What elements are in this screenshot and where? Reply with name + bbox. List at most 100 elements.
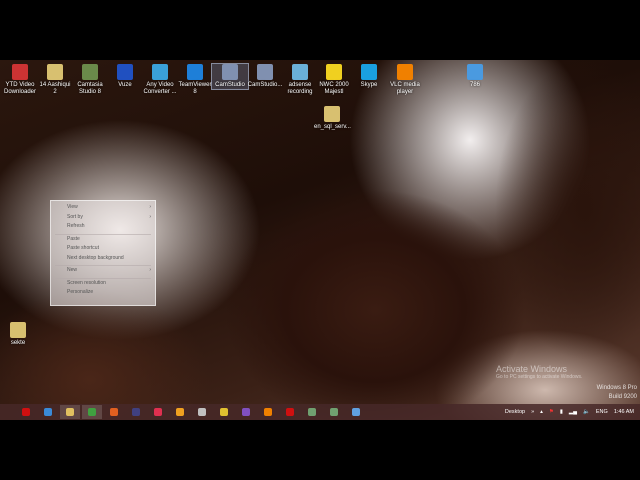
show-hidden-icons[interactable]: ▴	[540, 409, 543, 415]
ytd-icon	[12, 64, 28, 80]
taskbar-app-visual-studio[interactable]	[236, 405, 256, 419]
file-explorer-icon	[66, 408, 74, 416]
menu-item-next-background[interactable]: Next desktop background	[51, 255, 155, 265]
desktop-icon-label: Any Video Converter ...	[143, 82, 177, 95]
desktop-icon-label: 14 Aashiqui 2	[39, 82, 71, 95]
desktop-icon[interactable]: adsense recording	[282, 64, 318, 96]
desktop-icon-label: CamStudio	[215, 82, 245, 88]
desktop-icon[interactable]: VLC media player	[387, 64, 423, 96]
star-icon	[326, 64, 342, 80]
desktop-icon[interactable]: Vuze	[107, 64, 143, 89]
desktop-icon-label: Skype	[360, 82, 378, 88]
chevron-right-icon: ›	[149, 204, 151, 210]
desktop-icon-label: Vuze	[118, 82, 132, 88]
taskbar-app-firefox[interactable]	[104, 405, 124, 419]
menu-separator	[55, 233, 151, 235]
menu-item-sort-by[interactable]: Sort by ›	[51, 214, 155, 224]
chevron-right-icon: ›	[149, 267, 151, 273]
desktop-icon-label: 786	[469, 82, 480, 88]
desktop-icon-label: CamStudio...	[247, 82, 283, 88]
taskbar-app-internet-explorer[interactable]	[38, 405, 58, 419]
desktop-icon-label: YTD Video Downloader	[3, 82, 37, 95]
menu-item-paste[interactable]: Paste	[51, 236, 155, 246]
os-edition: Windows 8 Pro	[596, 385, 637, 391]
converter-icon	[152, 64, 168, 80]
desktop-icon[interactable]: en_sql_serv...	[314, 106, 351, 131]
watermark-subtitle: Go to PC settings to activate Windows.	[496, 374, 583, 380]
folder-icon	[10, 322, 26, 338]
desktop[interactable]: YTD Video Downloader 14 Aashiqui 2 Camtasi…	[0, 60, 640, 420]
desktop-icon[interactable]: CamStudio...	[247, 64, 283, 89]
language-indicator[interactable]: ENG	[596, 409, 608, 415]
desktop-icon[interactable]: CamStudio	[211, 63, 249, 90]
taskbar-app-app-gray[interactable]	[192, 405, 212, 419]
taskbar-app-file-explorer[interactable]	[60, 405, 80, 419]
visual-studio-icon	[242, 408, 250, 416]
menu-item-screen-resolution[interactable]: Screen resolution	[51, 280, 155, 290]
taskbar-app-app-red[interactable]	[148, 405, 168, 419]
app-gray-icon	[198, 408, 206, 416]
network-icon[interactable]: ▮	[560, 409, 563, 415]
vuze-icon	[117, 64, 133, 80]
desktop-icon[interactable]: NWC 2000 Majestl	[316, 64, 352, 96]
app-red-icon	[154, 408, 162, 416]
desktop-icon-label: Camtasia Studio 8	[77, 82, 103, 95]
acrobat-icon	[286, 408, 294, 416]
taskbar-app-acrobat[interactable]	[280, 405, 300, 419]
toolbar-chevron-icon[interactable]: »	[531, 409, 534, 415]
taskbar-app-camtasia[interactable]	[302, 405, 322, 419]
desktop-icon[interactable]: YTD Video Downloader	[2, 64, 38, 96]
app-orange-icon	[176, 408, 184, 416]
menu-item-new[interactable]: New ›	[51, 267, 155, 277]
activation-watermark: Activate Windows Go to PC settings to ac…	[470, 364, 582, 380]
firefox-icon	[110, 408, 118, 416]
desktop-icon-label: sekte	[10, 340, 26, 346]
recording-icon	[292, 64, 308, 80]
taskbar-app-app-orange[interactable]	[170, 405, 190, 419]
network-app-icon	[352, 408, 360, 416]
taskbar-app-opera[interactable]	[16, 405, 36, 419]
menu-item-view[interactable]: View ›	[51, 204, 155, 214]
desktop-toolbar[interactable]: Desktop	[505, 409, 525, 415]
taskbar-app-camtasia-2[interactable]	[324, 405, 344, 419]
desktop-icon[interactable]: 786	[457, 64, 493, 89]
taskbar-app-app-yellow[interactable]	[214, 405, 234, 419]
clock[interactable]: 1:46 AM	[614, 409, 634, 415]
desktop-icon-label: NWC 2000 Majestl	[319, 82, 349, 95]
menu-label: Sort by	[67, 213, 83, 220]
desktop-icon[interactable]: Any Video Converter ...	[142, 64, 178, 96]
volume-icon[interactable]: 🔈	[583, 409, 590, 415]
app-yellow-icon	[220, 408, 228, 416]
menu-separator	[55, 277, 151, 279]
desktop-icon-label: en_sql_serv...	[314, 124, 351, 130]
desktop-icon[interactable]: 14 Aashiqui 2	[37, 64, 73, 96]
desktop-icon-label: VLC media player	[390, 82, 420, 95]
flag-icon[interactable]: ⚑	[549, 409, 554, 415]
signal-icon[interactable]: ▂▄	[569, 409, 577, 415]
context-menu: View › Sort by › Refresh Paste Paste short…	[50, 200, 156, 306]
taskbar-app-vlc[interactable]	[258, 405, 278, 419]
desktop-icon-label: adsense recording	[287, 82, 313, 95]
internet-explorer-icon	[44, 408, 52, 416]
vlc-icon	[397, 64, 413, 80]
menu-item-personalize[interactable]: Personalize	[51, 289, 155, 299]
chevron-right-icon: ›	[149, 213, 151, 220]
opera-icon	[22, 408, 30, 416]
menu-item-refresh[interactable]: Refresh	[51, 223, 155, 233]
taskbar-app-media[interactable]	[126, 405, 146, 419]
taskbar: Desktop » ▴ ⚑ ▮ ▂▄ 🔈 ENG 1:46 AM	[0, 404, 640, 420]
menu-label: View	[67, 204, 78, 210]
desktop-icon[interactable]: TeamViewer 8	[177, 64, 213, 96]
taskbar-app-network-app[interactable]	[346, 405, 366, 419]
desktop-icon[interactable]: Skype	[351, 64, 387, 89]
media-icon	[132, 408, 140, 416]
desktop-icon-label: TeamViewer 8	[178, 82, 212, 95]
desktop-icon[interactable]: Camtasia Studio 8	[72, 64, 108, 96]
desktop-icon[interactable]: sekte	[0, 322, 36, 347]
taskbar-app-chrome[interactable]	[82, 405, 102, 419]
system-tray: Desktop » ▴ ⚑ ▮ ▂▄ 🔈 ENG 1:46 AM	[505, 404, 640, 420]
chrome-icon	[88, 408, 96, 416]
menu-label: New	[67, 267, 78, 273]
camstudio-icon	[222, 64, 238, 80]
menu-item-paste-shortcut[interactable]: Paste shortcut	[51, 245, 155, 255]
